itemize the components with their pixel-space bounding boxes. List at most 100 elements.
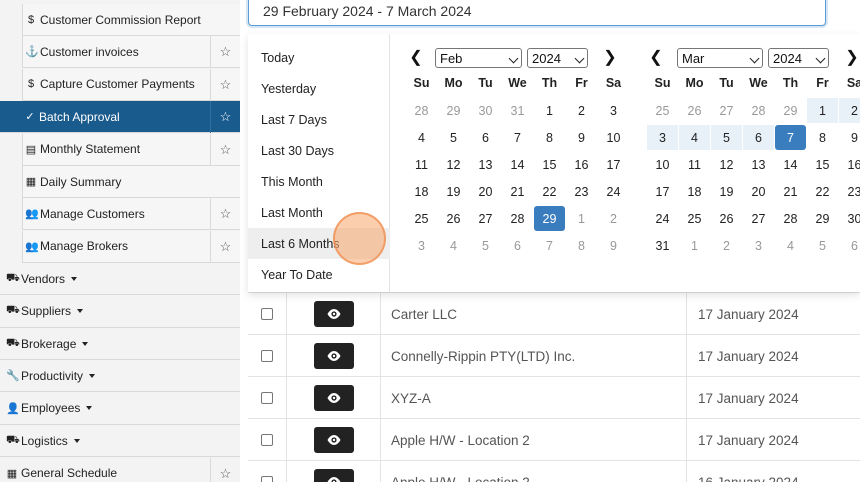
calendar-day[interactable]: 30 xyxy=(839,206,860,231)
sidebar-item[interactable]: ⛟ Logistics xyxy=(0,425,240,458)
calendar-day[interactable]: 25 xyxy=(406,206,437,231)
calendar-day[interactable]: 22 xyxy=(807,179,838,204)
calendar-day[interactable]: 31 xyxy=(502,98,533,123)
row-checkbox[interactable] xyxy=(261,434,273,446)
date-range-input[interactable]: 29 February 2024 - 7 March 2024 xyxy=(248,0,826,26)
star-icon[interactable]: ☆ xyxy=(210,457,240,482)
preset-range-item[interactable]: Last 30 Days xyxy=(248,135,390,166)
calendar-day[interactable]: 6 xyxy=(502,233,533,258)
calendar-day[interactable]: 13 xyxy=(743,152,774,177)
preset-range-item[interactable]: Year To Date xyxy=(248,259,390,290)
calendar-day[interactable]: 21 xyxy=(775,179,806,204)
calendar-day[interactable]: 28 xyxy=(406,98,437,123)
calendar-day[interactable]: 23 xyxy=(839,179,860,204)
calendar-day[interactable]: 7 xyxy=(534,233,565,258)
view-button[interactable] xyxy=(313,427,354,453)
calendar-day[interactable]: 9 xyxy=(598,233,629,258)
sidebar-item[interactable]: ⚓ Customer invoices ☆ xyxy=(22,36,240,69)
calendar-day[interactable]: 2 xyxy=(711,233,742,258)
calendar-day[interactable]: 24 xyxy=(598,179,629,204)
calendar-day[interactable]: 29 xyxy=(438,98,469,123)
calendar-day[interactable]: 27 xyxy=(470,206,501,231)
calendar-day[interactable]: 26 xyxy=(438,206,469,231)
calendar-day[interactable]: 18 xyxy=(406,179,437,204)
calendar-day[interactable]: 12 xyxy=(438,152,469,177)
calendar-day[interactable]: 4 xyxy=(438,233,469,258)
next-month-icon[interactable]: ❯ xyxy=(842,46,860,68)
sidebar-item[interactable]: ▦ Daily Summary xyxy=(22,166,240,198)
calendar-day[interactable]: 8 xyxy=(534,125,565,150)
prev-month-icon[interactable]: ❮ xyxy=(406,46,426,68)
calendar-day[interactable]: 29 xyxy=(534,206,565,231)
view-button[interactable] xyxy=(313,385,354,411)
next-month-icon[interactable]: ❯ xyxy=(600,46,620,68)
calendar-day[interactable]: 26 xyxy=(679,98,710,123)
calendar-day[interactable]: 5 xyxy=(438,125,469,150)
calendar-day[interactable]: 20 xyxy=(470,179,501,204)
calendar-day[interactable]: 25 xyxy=(647,98,678,123)
view-button[interactable] xyxy=(313,343,354,369)
calendar-day[interactable]: 27 xyxy=(711,98,742,123)
star-icon[interactable]: ☆ xyxy=(210,230,240,263)
right-year-select[interactable]: 2024 xyxy=(768,48,829,68)
preset-range-item[interactable]: Yesterday xyxy=(248,73,390,104)
star-icon[interactable]: ☆ xyxy=(210,68,240,101)
calendar-day[interactable]: 6 xyxy=(839,233,860,258)
calendar-day[interactable]: 16 xyxy=(566,152,597,177)
sidebar-item[interactable]: ▤ Monthly Statement ☆ xyxy=(22,133,240,166)
calendar-day[interactable]: 31 xyxy=(647,233,678,258)
calendar-day[interactable]: 8 xyxy=(807,125,838,150)
row-checkbox[interactable] xyxy=(261,308,273,320)
calendar-day[interactable]: 3 xyxy=(647,125,678,150)
calendar-day[interactable]: 3 xyxy=(406,233,437,258)
calendar-day[interactable]: 23 xyxy=(566,179,597,204)
view-button[interactable] xyxy=(313,469,354,482)
calendar-day[interactable]: 16 xyxy=(839,152,860,177)
calendar-day[interactable]: 20 xyxy=(743,179,774,204)
calendar-day[interactable]: 6 xyxy=(743,125,774,150)
right-month-select[interactable]: Mar xyxy=(677,48,763,68)
calendar-day[interactable]: 9 xyxy=(839,125,860,150)
sidebar-item[interactable]: ✓ Batch Approval ☆ xyxy=(0,101,240,134)
calendar-day[interactable]: 27 xyxy=(743,206,774,231)
prev-month-icon[interactable]: ❮ xyxy=(646,46,666,68)
star-icon[interactable]: ☆ xyxy=(210,133,240,166)
calendar-day[interactable]: 29 xyxy=(775,98,806,123)
calendar-day[interactable]: 28 xyxy=(502,206,533,231)
calendar-day[interactable]: 25 xyxy=(679,206,710,231)
sidebar-item[interactable]: 🔧 Productivity xyxy=(0,360,240,393)
calendar-day[interactable]: 18 xyxy=(679,179,710,204)
calendar-day[interactable]: 14 xyxy=(775,152,806,177)
sidebar-item[interactable]: ⛟ Suppliers xyxy=(0,295,240,328)
calendar-day[interactable]: 4 xyxy=(679,125,710,150)
left-year-select[interactable]: 2024 xyxy=(527,48,588,68)
calendar-day[interactable]: 2 xyxy=(598,206,629,231)
calendar-day[interactable]: 21 xyxy=(502,179,533,204)
sidebar-item[interactable]: 👥 Manage Customers ☆ xyxy=(22,198,240,231)
calendar-day[interactable]: 22 xyxy=(534,179,565,204)
calendar-day[interactable]: 4 xyxy=(775,233,806,258)
sidebar-item[interactable]: $ Capture Customer Payments ☆ xyxy=(22,68,240,101)
left-month-select[interactable]: Feb xyxy=(435,48,522,68)
calendar-day[interactable]: 15 xyxy=(807,152,838,177)
calendar-day[interactable]: 17 xyxy=(598,152,629,177)
calendar-day[interactable]: 15 xyxy=(534,152,565,177)
calendar-day[interactable]: 28 xyxy=(775,206,806,231)
calendar-day[interactable]: 19 xyxy=(711,179,742,204)
sidebar-item[interactable]: ⛟ Brokerage xyxy=(0,328,240,360)
calendar-day[interactable]: 13 xyxy=(470,152,501,177)
star-icon[interactable]: ☆ xyxy=(210,36,240,69)
calendar-day[interactable]: 24 xyxy=(647,206,678,231)
calendar-day[interactable]: 29 xyxy=(807,206,838,231)
calendar-day[interactable]: 2 xyxy=(839,98,860,123)
row-checkbox[interactable] xyxy=(261,476,273,482)
calendar-day[interactable]: 8 xyxy=(566,233,597,258)
calendar-day[interactable]: 30 xyxy=(470,98,501,123)
sidebar-item[interactable]: 👥 Manage Brokers ☆ xyxy=(22,230,240,263)
preset-range-item[interactable]: Last 7 Days xyxy=(248,104,390,135)
calendar-day[interactable]: 5 xyxy=(470,233,501,258)
sidebar-item[interactable]: ▦ General Schedule ☆ xyxy=(0,457,240,482)
calendar-day[interactable]: 3 xyxy=(598,98,629,123)
calendar-day[interactable]: 3 xyxy=(743,233,774,258)
calendar-day[interactable]: 10 xyxy=(598,125,629,150)
